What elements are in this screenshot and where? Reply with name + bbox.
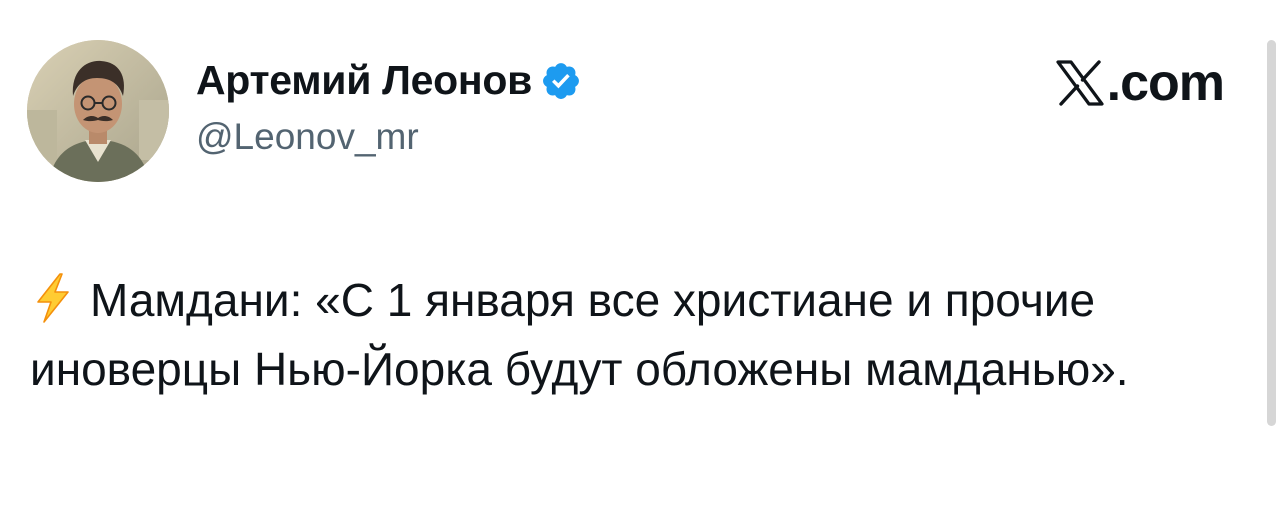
x-com-brand: .com — [1055, 54, 1225, 112]
tweet-body: Мамдани: «С 1 января все христиане и про… — [30, 274, 1129, 395]
verified-badge-icon — [543, 63, 579, 99]
display-name[interactable]: Артемий Леонов — [196, 57, 532, 104]
tweet-card: Артемий Леонов @Leonov_mr .com Мамдани: … — [0, 0, 1284, 521]
author-block: Артемий Леонов @Leonov_mr — [196, 54, 582, 158]
avatar-image — [27, 40, 169, 182]
avatar[interactable] — [27, 40, 169, 182]
x-logo-icon — [1056, 60, 1104, 106]
handle[interactable]: @Leonov_mr — [196, 116, 582, 158]
name-row: Артемий Леонов — [196, 54, 582, 106]
high-voltage-icon — [37, 273, 69, 323]
scrollbar[interactable] — [1267, 40, 1276, 426]
tweet-text: Мамдани: «С 1 января все христиане и про… — [30, 266, 1240, 404]
brand-domain: .com — [1106, 54, 1225, 112]
